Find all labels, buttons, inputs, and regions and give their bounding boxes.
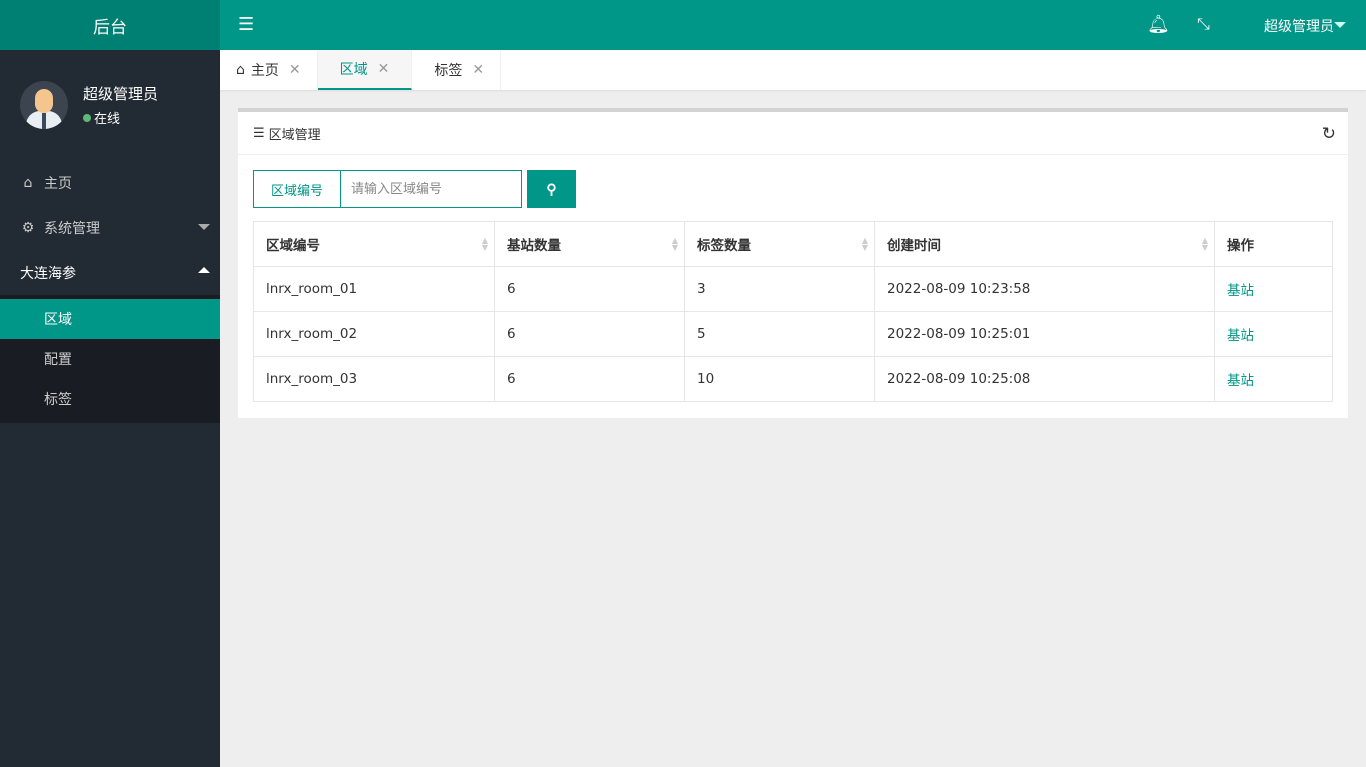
cell-created: 2022-08-09 10:25:08 (874, 356, 1215, 402)
close-icon[interactable]: ✕ (378, 61, 390, 77)
sidebar-item-label: 大连海参 (20, 265, 76, 282)
sort-icon[interactable]: ▲ ▼ (1202, 237, 1208, 252)
search-label: 区域编号 (253, 170, 341, 208)
tab-home[interactable]: ⌂ 主页 ✕ (220, 50, 318, 90)
tab-label: 标签 (434, 63, 463, 79)
sidebar-item-system[interactable]: ⚙ 系统管理 (0, 205, 220, 250)
collapse-menu-icon[interactable]: ☰ (238, 14, 254, 35)
gear-icon: ⚙ (21, 219, 35, 236)
cell-stations: 6 (494, 311, 685, 357)
cell-stations: 6 (494, 266, 685, 312)
col-header-actions: 操作 (1214, 221, 1333, 267)
cell-tags: 3 (684, 266, 875, 312)
sidebar-item-dalian[interactable]: 大连海参 (0, 250, 220, 295)
tab-label: 区域 (339, 62, 368, 78)
home-icon: ⌂ (23, 174, 33, 191)
chevron-down-icon[interactable] (1334, 22, 1346, 28)
area-table: 区域编号 ▲ ▼ 基站数量 ▲ ▼ 标签数量 ▲ ▼ 创建时间 ▲ ▼ 操作 lnrx_room… (253, 221, 1333, 402)
status-text: 在线 (94, 112, 121, 127)
tab-bar: ⌂ 主页 ✕ 区域 ✕ 标签 ✕ (220, 50, 1366, 90)
sort-icon[interactable]: ▲ ▼ (672, 237, 678, 252)
cell-code: lnrx_room_01 (253, 266, 495, 312)
search-icon: ⚲ (546, 180, 557, 197)
col-header-code[interactable]: 区域编号 ▲ ▼ (253, 221, 495, 267)
cell-code: lnrx_room_02 (253, 311, 495, 357)
cell-tags: 5 (684, 311, 875, 357)
sidebar-item-home[interactable]: ⌂ 主页 (0, 160, 220, 205)
tab-area[interactable]: 区域 ✕ (317, 50, 413, 90)
area-panel: ☰区域管理 ↻ 区域编号 ⚲ 区域编号 ▲▼ 基站数量 ▲▼ 标签数量 ▲▼ 创建时间… (238, 108, 1348, 418)
exit-fullscreen-icon[interactable]: ⤡ (1197, 14, 1210, 34)
home-icon: ⌂ (236, 62, 245, 78)
table-row: lnrx_room_01 6 3 2022-08-09 10:23:58 基站 (253, 266, 1333, 312)
sidebar-item-config[interactable]: 配置 (0, 339, 220, 379)
cell-stations: 6 (494, 356, 685, 402)
refresh-icon[interactable]: ↻ (1322, 124, 1336, 144)
tab-tag[interactable]: 标签 ✕ (412, 50, 502, 90)
panel-header: ☰ 区域管理 (238, 112, 1348, 155)
area-code-input[interactable] (341, 170, 522, 208)
close-icon[interactable]: ✕ (289, 62, 301, 78)
chevron-up-icon (198, 267, 210, 273)
table-row: lnrx_room_03 6 10 2022-08-09 10:25:08 基站 (253, 356, 1333, 402)
header-label: 基站数量 (507, 238, 561, 254)
sidebar: 后台 超级管理员 在线 ⌂ 主页 ⚙ 系统管理 大连海参 区域 配置 标签 (0, 0, 220, 767)
close-icon[interactable]: ✕ (472, 62, 484, 78)
tab-label: 主页 (250, 63, 279, 79)
station-link[interactable]: 基站 (1227, 283, 1254, 299)
sort-icon[interactable]: ▲ ▼ (862, 237, 868, 252)
header-label: 区域编号 (266, 238, 320, 254)
panel-title: 区域管理 (268, 127, 321, 143)
sidebar-item-tag[interactable]: 标签 (0, 379, 220, 419)
col-header-stations[interactable]: 基站数量 ▲ ▼ (494, 221, 685, 267)
header-label: 创建时间 (887, 238, 941, 254)
user-panel: 超级管理员 在线 (0, 50, 220, 160)
col-header-tags[interactable]: 标签数量 ▲ ▼ (684, 221, 875, 267)
station-link[interactable]: 基站 (1227, 328, 1254, 344)
header-label: 标签数量 (697, 238, 751, 254)
avatar (20, 81, 68, 129)
chevron-down-icon (198, 224, 210, 230)
bell-icon[interactable]: 🔔︎ (1147, 14, 1170, 35)
submenu: 区域 配置 标签 (0, 295, 220, 423)
sort-icon[interactable]: ▲ ▼ (482, 237, 488, 252)
sidebar-item-label: 系统管理 (44, 220, 100, 237)
cell-code: lnrx_room_03 (253, 356, 495, 402)
user-status: 在线 (83, 108, 158, 127)
search-form: 区域编号 ⚲ (253, 170, 576, 208)
col-header-created[interactable]: 创建时间 ▲ ▼ (874, 221, 1215, 267)
cell-created: 2022-08-09 10:23:58 (874, 266, 1215, 312)
table-row: lnrx_room_02 6 5 2022-08-09 10:25:01 基站 (253, 311, 1333, 357)
list-icon: ☰ (253, 125, 265, 141)
user-name: 超级管理员 (83, 85, 159, 103)
user-menu[interactable]: 超级管理员 (1264, 16, 1334, 36)
topbar: ☰ 🔔︎ ⤡ 超级管理员 (220, 0, 1366, 50)
cell-created: 2022-08-09 10:25:01 (874, 311, 1215, 357)
cell-tags: 10 (684, 356, 875, 402)
sidebar-item-label: 主页 (44, 175, 72, 192)
sidebar-item-area[interactable]: 区域 (0, 299, 220, 339)
station-link[interactable]: 基站 (1227, 373, 1254, 389)
search-button[interactable]: ⚲ (527, 170, 576, 208)
online-dot-icon (83, 113, 91, 122)
app-logo: 后台 (0, 0, 220, 50)
